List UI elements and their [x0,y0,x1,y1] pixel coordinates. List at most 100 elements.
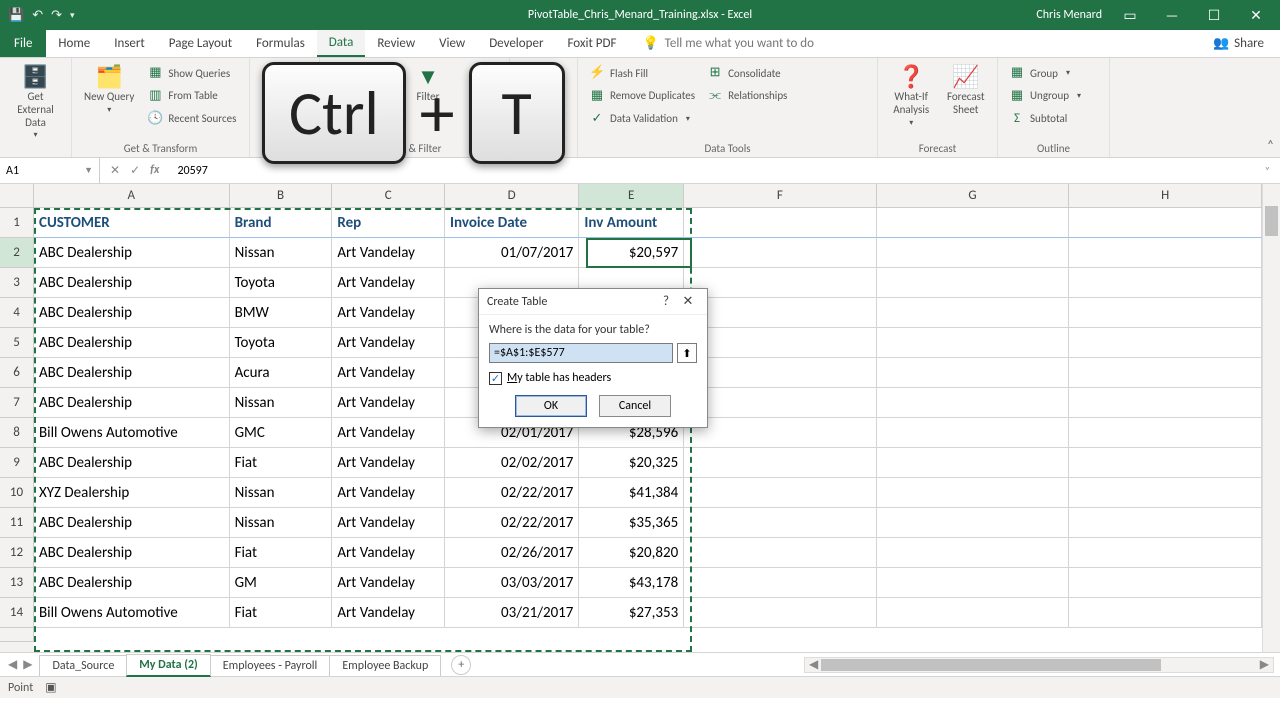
cell[interactable]: 02/22/2017 [445,508,579,538]
cell[interactable]: Bill Owens Automotive [34,598,230,628]
share-button[interactable]: 👥 Share [1213,30,1280,57]
cell[interactable]: ABC Dealership [34,358,230,388]
cell[interactable]: Art Vandelay [332,508,445,538]
select-all-button[interactable] [0,184,34,208]
col-header[interactable]: C [332,184,445,207]
tab-review[interactable]: Review [365,30,427,57]
col-header[interactable]: A [34,184,230,207]
sheet-nav-next-icon[interactable]: ▶ [23,657,32,672]
header-cell[interactable]: CUSTOMER [34,208,230,238]
cell[interactable] [877,238,1070,268]
cell[interactable]: $41,384 [579,478,684,508]
tab-foxit[interactable]: Foxit PDF [555,30,628,57]
cells[interactable]: CUSTOMERBrandRepInvoice DateInv AmountAB… [34,208,1262,652]
cell[interactable] [877,508,1070,538]
range-collapse-button[interactable]: ⬆ [677,343,697,363]
cell[interactable]: Art Vandelay [332,388,445,418]
cell[interactable]: ABC Dealership [34,328,230,358]
from-table-button[interactable]: ▥From Table [144,85,239,108]
collapse-ribbon-icon[interactable]: ˄ [1267,138,1274,153]
header-cell[interactable]: Rep [332,208,445,238]
cell[interactable]: $20,597 [579,238,684,268]
cell[interactable] [684,418,877,448]
new-query-button[interactable]: 🗂️New Query▾ [80,62,138,140]
headers-checkbox-row[interactable]: ✓ MMy table has headersy table has heade… [489,371,697,385]
cell[interactable] [877,268,1070,298]
cell[interactable] [877,598,1070,628]
enter-formula-icon[interactable]: ✓ [130,163,140,178]
cell[interactable]: Art Vandelay [332,538,445,568]
scrollbar-thumb[interactable] [1265,206,1278,236]
cell[interactable]: 02/22/2017 [445,478,579,508]
cell[interactable]: Fiat [230,538,333,568]
cell[interactable]: Nissan [230,238,333,268]
chevron-down-icon[interactable]: ▼ [84,165,93,176]
macro-record-icon[interactable]: ▣ [45,680,56,695]
tab-formulas[interactable]: Formulas [244,30,317,57]
ok-button[interactable]: OK [515,395,587,417]
sheet-tab[interactable]: Employee Backup [329,655,441,676]
header-cell[interactable]: Invoice Date [445,208,579,238]
cell[interactable] [877,568,1070,598]
header-cell[interactable]: Brand [230,208,333,238]
cell[interactable]: Fiat [230,448,333,478]
cell[interactable]: ABC Dealership [34,538,230,568]
cell[interactable] [877,328,1070,358]
scroll-right-icon[interactable]: ▶ [1256,657,1273,672]
cell[interactable]: Art Vandelay [332,238,445,268]
consolidate-button[interactable]: ⊞Consolidate [704,62,790,85]
scrollbar-thumb[interactable] [821,659,1161,671]
whatif-button[interactable]: ❓What-If Analysis▾ [886,62,936,140]
cell[interactable]: Art Vandelay [332,418,445,448]
close-icon[interactable]: ✕ [1242,7,1270,24]
cell[interactable] [877,538,1070,568]
cell[interactable]: Art Vandelay [332,358,445,388]
minimize-icon[interactable]: — [1158,7,1186,24]
cell[interactable]: ABC Dealership [34,298,230,328]
cell[interactable]: XYZ Dealership [34,478,230,508]
cell[interactable] [684,508,877,538]
cell[interactable]: $43,178 [579,568,684,598]
recent-sources-button[interactable]: 🕓Recent Sources [144,108,239,131]
expand-formula-icon[interactable]: ˅ [1265,164,1280,177]
cell[interactable] [684,568,877,598]
horizontal-scrollbar[interactable]: ◀ ▶ [804,657,1274,673]
cell[interactable]: Art Vandelay [332,568,445,598]
data-validation-button[interactable]: ✓Data Validation▾ [586,108,698,131]
cell[interactable]: Art Vandelay [332,328,445,358]
col-header[interactable]: G [877,184,1070,207]
cell[interactable]: ABC Dealership [34,508,230,538]
cell[interactable]: Fiat [230,598,333,628]
cell[interactable] [1069,568,1262,598]
ungroup-button[interactable]: ▦Ungroup▾ [1006,85,1084,108]
cell[interactable]: 03/21/2017 [445,598,579,628]
cell[interactable]: ABC Dealership [34,268,230,298]
header-cell[interactable] [684,208,877,238]
cell[interactable] [684,358,877,388]
redo-icon[interactable]: ↷ [51,8,62,23]
cancel-formula-icon[interactable]: ✕ [110,163,120,178]
cell[interactable] [1069,478,1262,508]
cell[interactable]: 02/26/2017 [445,538,579,568]
cell[interactable] [877,478,1070,508]
help-icon[interactable]: ? [655,294,677,309]
new-sheet-button[interactable]: + [451,655,471,675]
close-icon[interactable]: ✕ [677,294,699,309]
cell[interactable]: Nissan [230,508,333,538]
cell[interactable]: Toyota [230,268,333,298]
cell[interactable]: Art Vandelay [332,448,445,478]
cell[interactable] [684,598,877,628]
customize-qat-icon[interactable]: ▾ [70,10,75,21]
name-box[interactable]: A1▼ [0,158,100,183]
cell[interactable] [877,388,1070,418]
cell[interactable]: GM [230,568,333,598]
maximize-icon[interactable]: ☐ [1200,7,1228,24]
col-header[interactable]: H [1069,184,1262,207]
cell[interactable] [684,328,877,358]
cell[interactable]: ABC Dealership [34,388,230,418]
sheet-tab[interactable]: Data_Source [39,655,127,676]
cell[interactable]: Nissan [230,478,333,508]
header-cell[interactable] [877,208,1070,238]
cell[interactable] [684,538,877,568]
forecast-sheet-button[interactable]: 📈Forecast Sheet [942,62,989,140]
